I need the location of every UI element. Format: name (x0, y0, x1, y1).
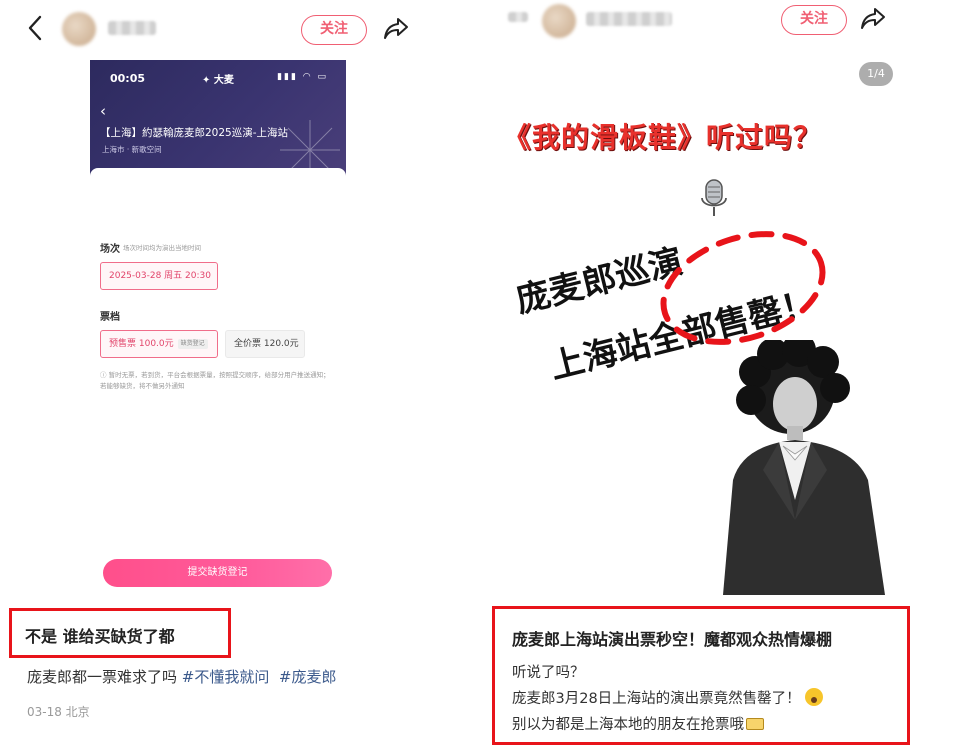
image-page-indicator: 1/4 (859, 62, 893, 86)
top-bar: 关注 (478, 0, 963, 56)
author-avatar[interactable] (62, 12, 96, 46)
event-title: 【上海】約瑟翰庞麦郎2025巡演-上海站 (100, 127, 289, 139)
left-note-panel: 关注 00:05 ✦ 大麦 ▮▮▮ ◠ ▭ ‹ 【上海】約瑟翰庞麦郎2025巡演… (0, 0, 470, 750)
ticket-icon (746, 718, 764, 730)
note-title: 不是 谁给买缺货了都 (25, 627, 175, 646)
event-header: 00:05 ✦ 大麦 ▮▮▮ ◠ ▭ ‹ 【上海】約瑟翰庞麦郎2025巡演-上海… (90, 60, 346, 180)
author-name-blurred[interactable] (586, 12, 672, 26)
share-icon[interactable] (859, 5, 887, 33)
phone-back-icon: ‹ (100, 102, 106, 120)
share-icon[interactable] (382, 15, 410, 43)
note-line-3: 别以为都是上海本地的朋友在抢票哦 (512, 713, 764, 734)
follow-button[interactable]: 关注 (301, 15, 367, 45)
note-line-2: 庞麦郎3月28日上海站的演出票竟然售罄了！ (512, 687, 823, 708)
ticket-options: 场次 场次时间均为演出当地时间 2025-03-28 周五 20:30 票档 预… (90, 168, 346, 468)
author-avatar[interactable] (542, 4, 576, 38)
app-brand-name: 大麦 (213, 75, 234, 86)
note-body: 庞麦郎都一票难求了吗 #不懂我就问 #庞麦郎 (27, 666, 337, 687)
poster-headline: 《我的滑板鞋》听过吗？ (503, 121, 823, 154)
author-name-blurred[interactable] (108, 21, 156, 35)
submit-waitlist-button[interactable]: 提交缺货登记 (103, 559, 332, 587)
tier-label: 票档 (100, 312, 120, 323)
note-title: 庞麦郎上海站演出票秒空！魔都观众热情爆棚 (512, 630, 833, 649)
post-date: 03-18 北京 (27, 705, 90, 719)
ticket-app-screenshot: 00:05 ✦ 大麦 ▮▮▮ ◠ ▭ ‹ 【上海】約瑟翰庞麦郎2025巡演-上海… (90, 60, 346, 590)
stock-notice-text: 暂时无票，若到货，平台会根据票量，按照提交顺序，给部分用户推送通知；若能够缺货，… (100, 371, 330, 390)
author-prefix-blurred (508, 12, 528, 22)
status-icons: ▮▮▮ ◠ ▭ (277, 72, 328, 82)
note-line-1: 听说了吗？ (512, 665, 585, 681)
artist-photo (723, 340, 885, 595)
hashtag-dont-understand[interactable]: #不懂我就问 (182, 668, 270, 686)
hashtag-pangmailang[interactable]: #庞麦郎 (279, 668, 337, 686)
tier-option-presale[interactable]: 预售票 100.0元 缺货登记 (100, 330, 218, 358)
status-time: 00:05 (110, 72, 146, 85)
stock-notice: ⓘ 暂时无票，若到货，平台会根据票量，按照提交顺序，给部分用户推送通知；若能够缺… (100, 371, 330, 390)
event-venue: 上海市 · 新歌空间 (102, 145, 162, 154)
red-dashed-circle (660, 231, 826, 345)
note-body-text: 庞麦郎都一票难求了吗 (27, 668, 178, 686)
microphone-icon (701, 179, 727, 216)
session-hint: 场次时间均为演出当地时间 (123, 244, 201, 252)
shocked-face-icon (804, 688, 823, 706)
session-label: 场次 (100, 244, 120, 255)
session-option[interactable]: 2025-03-28 周五 20:30 (100, 262, 218, 290)
tier-presale-label: 预售票 100.0元 (109, 339, 174, 349)
note-line-2-text: 庞麦郎3月28日上海站的演出票竟然售罄了！ (512, 691, 801, 707)
app-brand: ✦ 大麦 (202, 75, 234, 86)
note-line-3-text: 别以为都是上海本地的朋友在抢票哦 (512, 717, 744, 733)
tier-option-full[interactable]: 全价票 120.0元 (225, 330, 305, 358)
out-of-stock-tag: 缺货登记 (177, 338, 208, 349)
top-bar: 关注 (0, 0, 470, 56)
follow-button[interactable]: 关注 (781, 5, 847, 35)
back-arrow-icon[interactable] (22, 14, 48, 42)
right-note-panel: 关注 1/4 《我的滑板鞋》听过吗？ 庞麦郎巡演 上海站全部售罄！ 庞麦郎上海站… (478, 0, 963, 750)
